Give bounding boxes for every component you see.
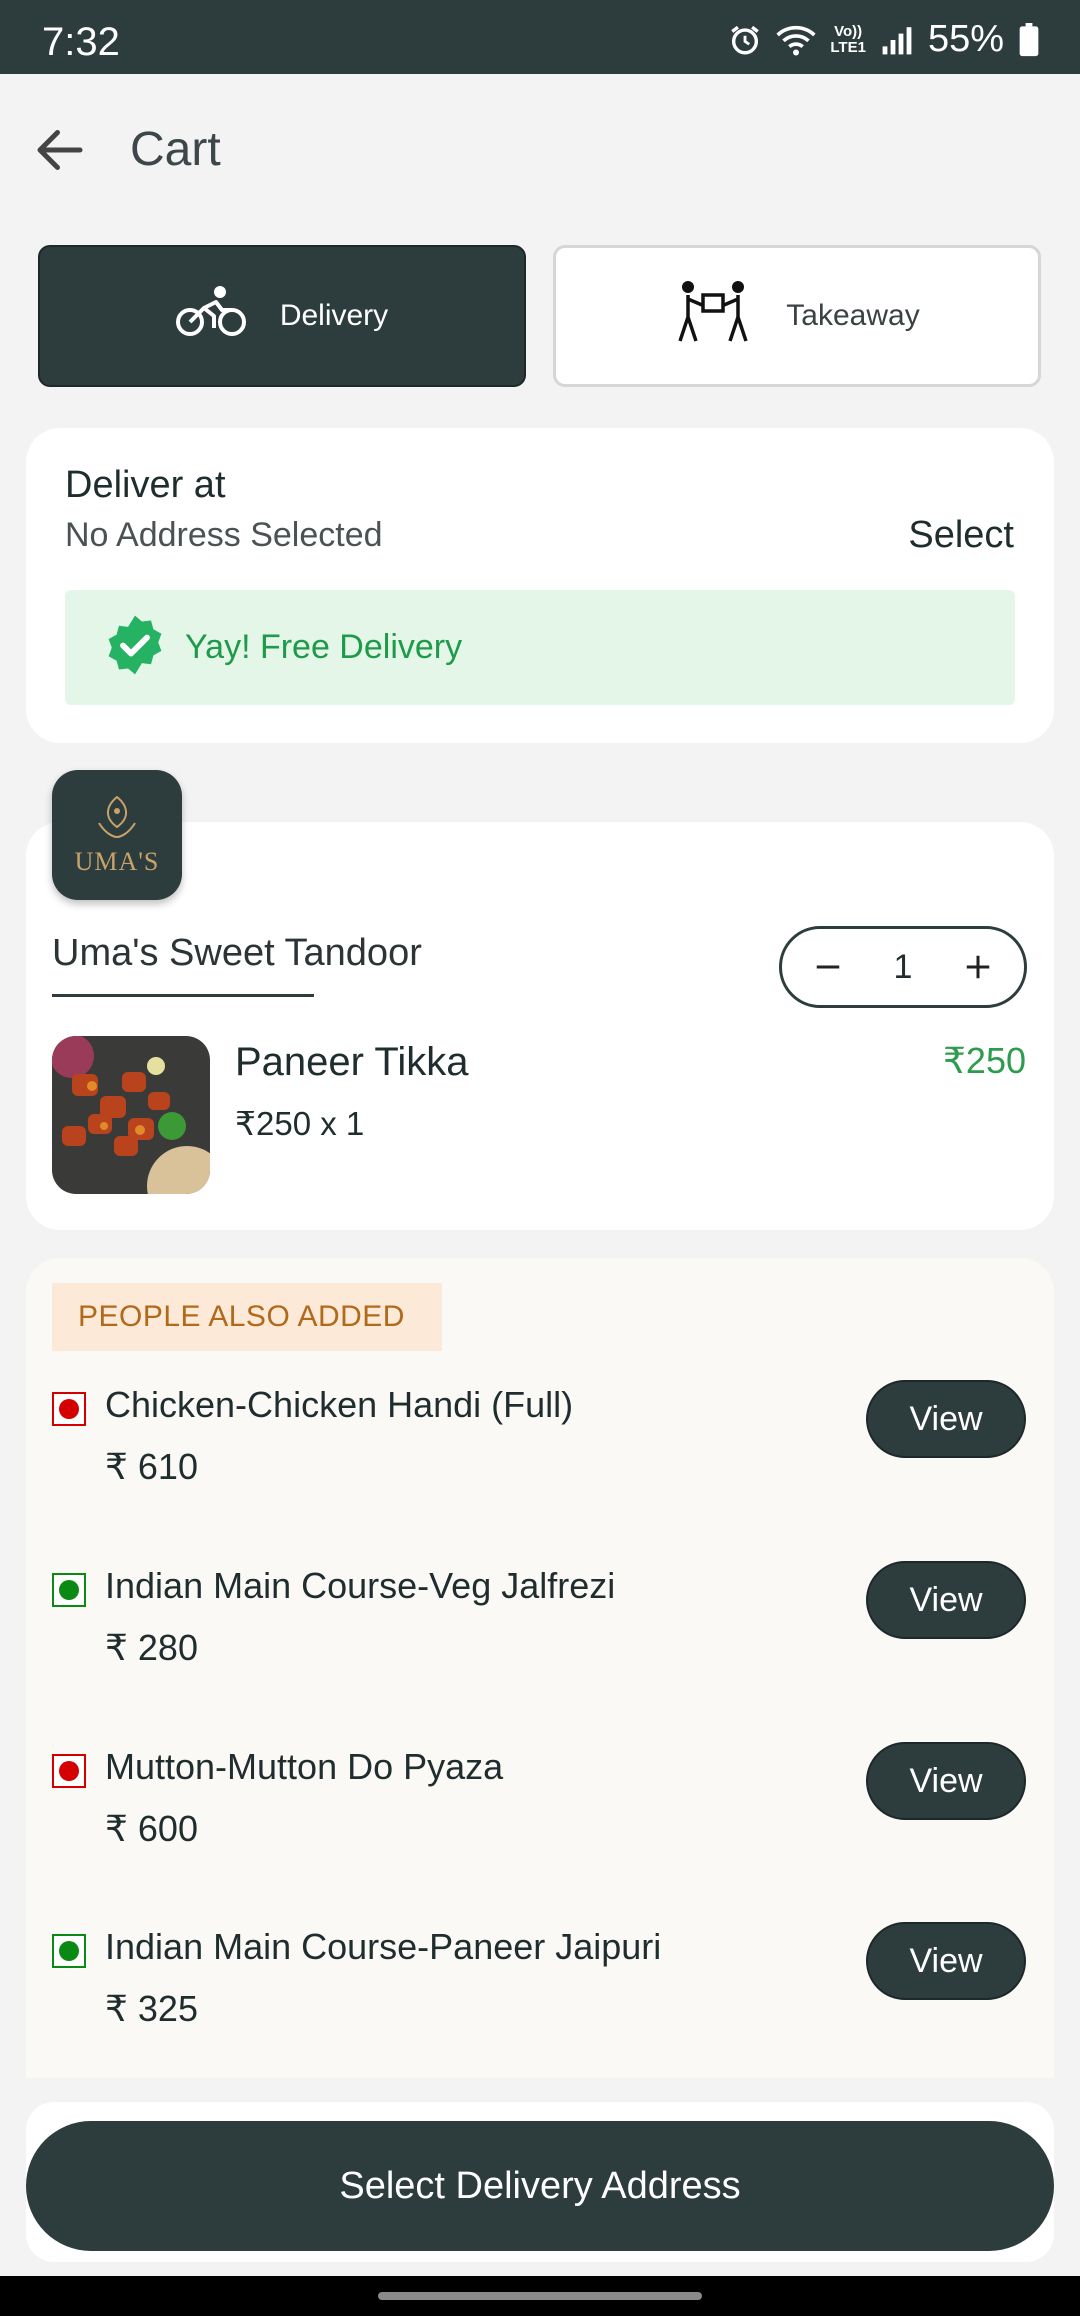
people-also-added-heading: PEOPLE ALSO ADDED	[52, 1283, 442, 1351]
status-time: 7:32	[42, 20, 120, 64]
deliver-at-label: Deliver at	[65, 464, 226, 506]
takeaway-mode-button[interactable]: Takeaway	[553, 245, 1041, 387]
list-item: Mutton-Mutton Do Pyaza ₹ 600 View	[26, 1742, 1054, 1892]
status-icons: Vo)) LTE1 55%	[728, 18, 1040, 61]
nonveg-icon	[52, 1392, 86, 1426]
upsell-item-price: ₹ 280	[105, 1627, 198, 1668]
restaurant-name-underline	[52, 994, 314, 997]
address-card: Deliver at No Address Selected Select Ya…	[26, 428, 1054, 743]
lte-indicator: Vo)) LTE1	[830, 22, 866, 56]
view-button[interactable]: View	[866, 1561, 1026, 1639]
system-nav-bar	[0, 2276, 1080, 2316]
item-unit-price: ₹250 x 1	[235, 1105, 365, 1142]
verified-badge-icon	[103, 613, 167, 682]
upsell-item-name: Mutton-Mutton Do Pyaza	[105, 1746, 504, 1787]
app-header: Cart	[0, 74, 1080, 224]
plus-icon[interactable]	[958, 947, 998, 987]
restaurant-logo: UMA'S	[52, 770, 182, 900]
back-arrow-icon[interactable]	[30, 120, 90, 180]
delivery-mode-button[interactable]: Delivery	[38, 245, 526, 387]
restaurant-name[interactable]: Uma's Sweet Tandoor	[52, 932, 422, 975]
alarm-icon	[728, 23, 762, 57]
select-address-link[interactable]: Select	[908, 514, 1014, 557]
signal-icon	[880, 24, 914, 56]
wifi-icon	[776, 23, 816, 57]
view-button[interactable]: View	[866, 1380, 1026, 1458]
takeaway-label: Takeaway	[786, 299, 920, 332]
people-also-added-section: PEOPLE ALSO ADDED Chicken-Chicken Handi …	[26, 1258, 1054, 2078]
upsell-item-name: Indian Main Course-Paneer Jaipuri	[105, 1926, 662, 1967]
status-bar: 7:32 Vo)) LTE1 55%	[0, 0, 1080, 74]
quantity-stepper: 1	[779, 926, 1027, 1008]
home-gesture-handle[interactable]	[378, 2292, 702, 2300]
battery-percent: 55%	[927, 18, 1004, 60]
list-item: Indian Main Course-Paneer Jaipuri ₹ 325 …	[26, 1922, 1054, 2072]
quantity-value: 1	[893, 947, 913, 986]
restaurant-logo-text: UMA'S	[74, 847, 160, 876]
select-delivery-address-button[interactable]: Select Delivery Address	[26, 2121, 1054, 2251]
lte-line-2: LTE1	[830, 38, 866, 56]
food-image	[52, 1036, 210, 1194]
upsell-item-price: ₹ 610	[105, 1446, 198, 1487]
upsell-item-price: ₹ 600	[105, 1808, 198, 1849]
battery-icon	[1018, 22, 1040, 57]
address-value: No Address Selected	[65, 516, 383, 554]
upsell-item-name: Chicken-Chicken Handi (Full)	[105, 1384, 574, 1425]
nonveg-icon	[52, 1754, 86, 1788]
veg-icon	[52, 1573, 86, 1607]
free-delivery-text: Yay! Free Delivery	[185, 628, 463, 666]
view-button[interactable]: View	[866, 1742, 1026, 1820]
takeaway-people-icon	[674, 279, 752, 353]
delivery-label: Delivery	[279, 299, 389, 332]
free-delivery-banner: Yay! Free Delivery	[65, 590, 1015, 705]
page-title: Cart	[130, 123, 221, 176]
upsell-item-name: Indian Main Course-Veg Jalfrezi	[105, 1565, 616, 1606]
item-name: Paneer Tikka	[235, 1040, 469, 1084]
item-total-price: ₹250	[943, 1040, 1026, 1081]
bicycle-icon	[175, 284, 246, 348]
list-item: Indian Main Course-Veg Jalfrezi ₹ 280 Vi…	[26, 1561, 1054, 1711]
veg-icon	[52, 1934, 86, 1968]
upsell-item-price: ₹ 325	[105, 1988, 198, 2029]
lte-line-1: Vo))	[834, 22, 863, 40]
minus-icon[interactable]	[808, 947, 848, 987]
list-item: Chicken-Chicken Handi (Full) ₹ 610 View	[26, 1380, 1054, 1530]
view-button[interactable]: View	[866, 1922, 1026, 2000]
